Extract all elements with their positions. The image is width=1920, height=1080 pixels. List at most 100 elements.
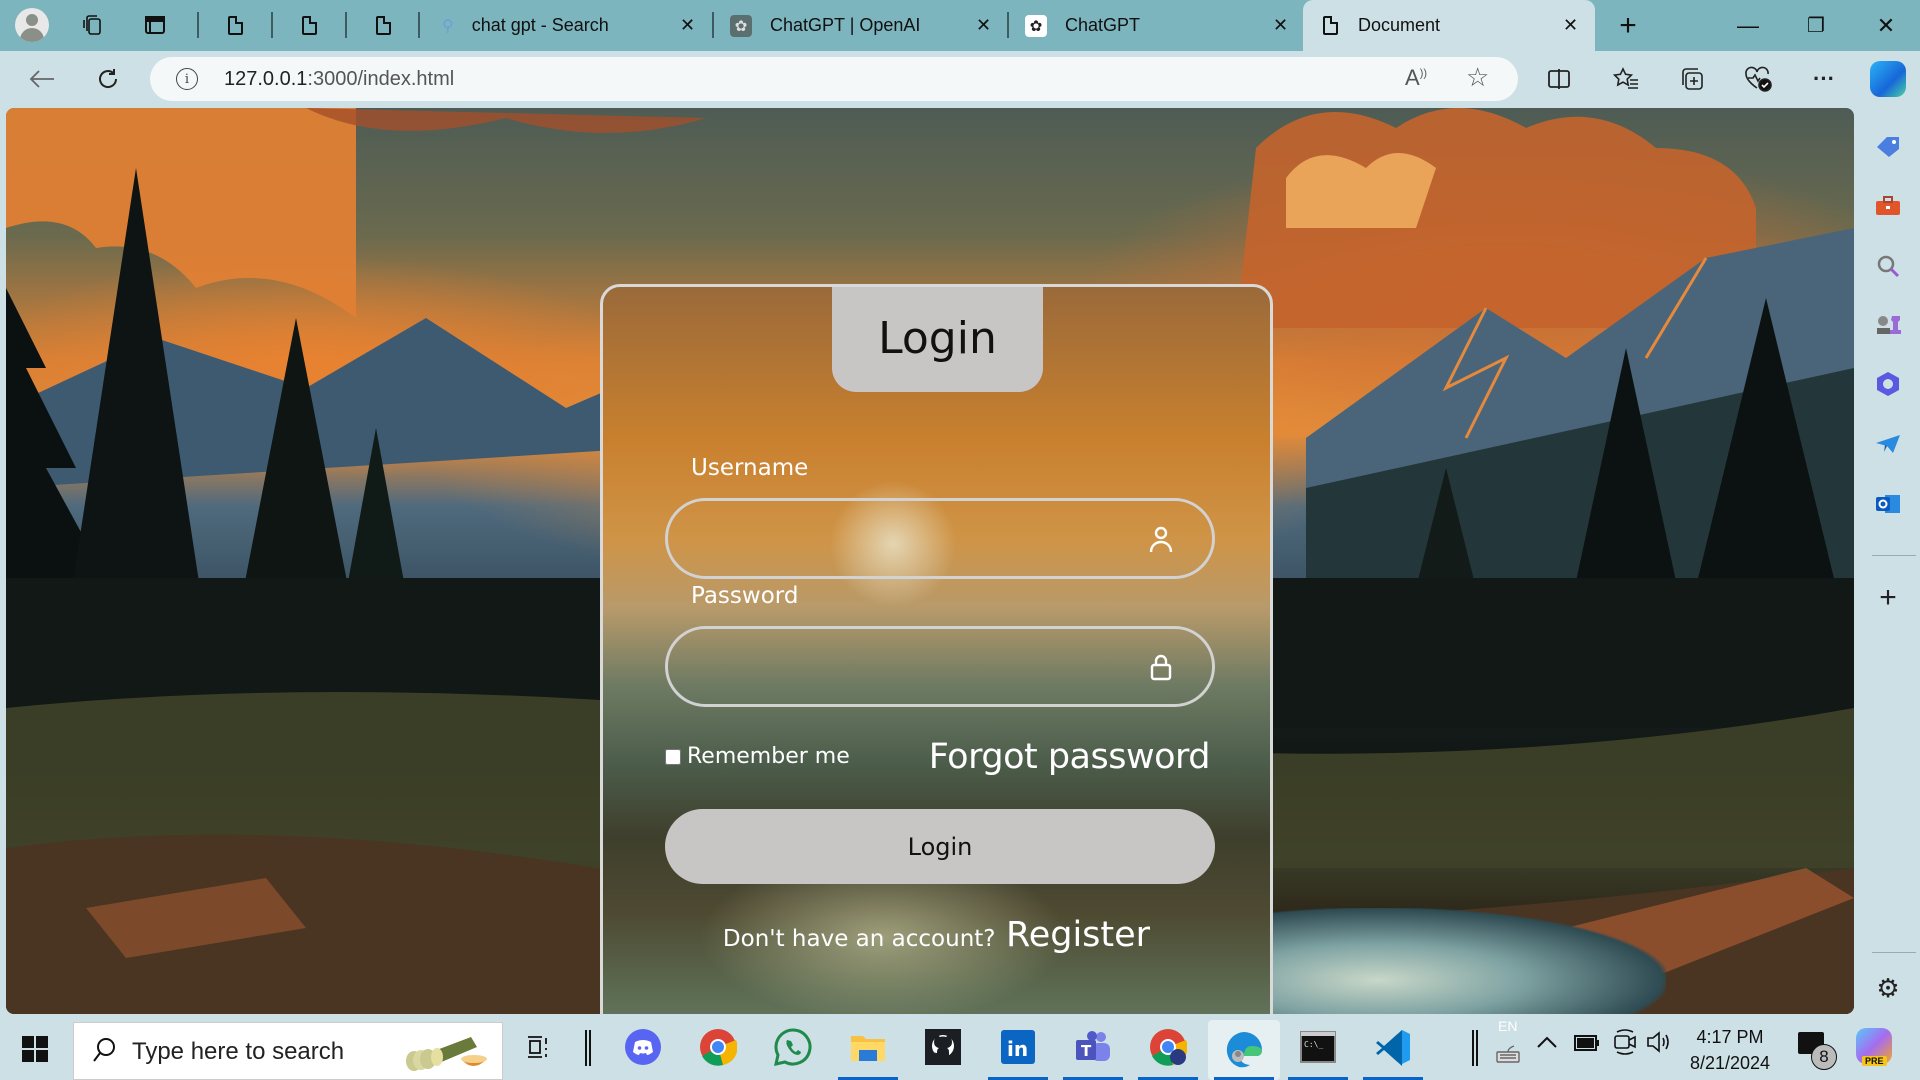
login-button[interactable]: Login: [665, 809, 1215, 884]
volume-icon[interactable]: [1646, 1030, 1674, 1060]
password-label: Password: [691, 583, 799, 609]
clock-date: 8/21/2024: [1689, 1053, 1771, 1073]
document-icon: [301, 15, 317, 35]
document-icon: [375, 15, 391, 35]
taskbar-search[interactable]: [73, 1022, 503, 1080]
sidebar-divider: [1872, 555, 1916, 556]
pinned-tab-document[interactable]: [218, 8, 252, 42]
edge-app[interactable]: [1208, 1020, 1280, 1080]
lock-icon: [1150, 654, 1172, 681]
site-info-icon[interactable]: i: [176, 68, 198, 90]
pinned-tab-document[interactable]: [292, 8, 326, 42]
show-hidden-icons-chevron-icon[interactable]: [1536, 1032, 1558, 1055]
tab-close-button[interactable]: ✕: [1273, 15, 1288, 36]
new-tab-button[interactable]: +: [1598, 0, 1658, 51]
remember-me-checkbox[interactable]: [665, 748, 681, 765]
login-title: Login: [878, 312, 997, 364]
document-icon: [227, 15, 243, 35]
profile-avatar[interactable]: [15, 8, 49, 42]
notification-count-badge: 8: [1811, 1044, 1837, 1070]
linkedin-app[interactable]: in: [995, 1024, 1041, 1070]
restore-button[interactable]: ❐: [1786, 0, 1846, 51]
remember-me-label: Remember me: [687, 744, 850, 769]
svg-text:in: in: [1007, 1037, 1028, 1061]
tab-chatgpt[interactable]: ✿ ChatGPT ✕: [1013, 0, 1303, 51]
browser-essentials-icon[interactable]: [1740, 61, 1776, 97]
pinned-tab-document[interactable]: [366, 8, 400, 42]
tab-close-button[interactable]: ✕: [680, 15, 695, 36]
vertical-tabs-icon[interactable]: [138, 8, 172, 42]
read-aloud-icon[interactable]: A)): [1405, 65, 1427, 91]
taskbar-divider: [585, 1030, 591, 1066]
favorites-icon[interactable]: [1608, 61, 1644, 97]
add-sidebar-app-button[interactable]: +: [1872, 581, 1904, 614]
telegram-icon[interactable]: [1872, 428, 1904, 460]
tab-chatgpt-openai[interactable]: ✿ ChatGPT | OpenAI ✕: [718, 0, 1008, 51]
reload-button[interactable]: [90, 61, 126, 97]
taskbar-search-input[interactable]: [132, 1035, 412, 1069]
sidebar-settings-icon[interactable]: ⚙: [1872, 972, 1904, 1004]
tools-icon[interactable]: [1872, 190, 1904, 222]
copilot-icon[interactable]: [1870, 61, 1906, 97]
browser-toolbar: i 127.0.0.1:3000/index.html A)) ☆ ···: [0, 51, 1920, 108]
username-field[interactable]: [665, 498, 1215, 579]
language-indicator[interactable]: EN: [1498, 1018, 1517, 1034]
split-screen-icon[interactable]: [1541, 61, 1577, 97]
taskbar-divider: [1472, 1030, 1478, 1066]
tab-chat-gpt-search[interactable]: ⚲ chat gpt - Search ✕: [430, 0, 715, 51]
outlook-icon[interactable]: [1872, 488, 1904, 520]
chrome-app[interactable]: [695, 1024, 741, 1070]
shopping-tag-icon[interactable]: [1872, 130, 1904, 162]
vscode-app[interactable]: [1370, 1024, 1416, 1070]
games-icon[interactable]: [1872, 308, 1904, 340]
tab-separator: [418, 12, 420, 38]
address-bar[interactable]: i 127.0.0.1:3000/index.html A)) ☆: [150, 57, 1518, 101]
workspaces-icon[interactable]: [76, 8, 110, 42]
chrome-profile-app[interactable]: [1145, 1024, 1191, 1070]
tab-close-button[interactable]: ✕: [976, 15, 991, 36]
search-icon: [92, 1037, 116, 1070]
touch-keyboard-icon[interactable]: [1495, 1042, 1521, 1070]
register-question: Don't have an account?: [722, 926, 996, 952]
login-header: Login: [832, 287, 1043, 392]
password-input[interactable]: [692, 629, 1132, 704]
github-app[interactable]: [920, 1024, 966, 1070]
username-input[interactable]: [692, 501, 1132, 576]
back-button[interactable]: [24, 61, 60, 97]
copilot-preview-icon[interactable]: PRE: [1856, 1028, 1892, 1066]
battery-icon[interactable]: [1574, 1034, 1600, 1057]
user-icon: [1149, 526, 1173, 553]
search-highlight-zucchini-icon: [406, 1037, 487, 1071]
remember-me[interactable]: Remember me: [665, 744, 850, 769]
tab-separator: [197, 12, 199, 38]
whatsapp-app[interactable]: [770, 1024, 816, 1070]
tab-close-button[interactable]: ✕: [1563, 15, 1578, 36]
forgot-password-link[interactable]: Forgot password: [929, 737, 1211, 777]
teams-app[interactable]: T: [1070, 1024, 1116, 1070]
system-clock[interactable]: 4:17 PM 8/21/2024: [1680, 1024, 1780, 1076]
microsoft365-icon[interactable]: [1872, 368, 1904, 400]
discord-app[interactable]: [620, 1024, 666, 1070]
tab-separator: [271, 12, 273, 38]
collections-icon[interactable]: [1674, 61, 1710, 97]
document-icon: [1323, 16, 1338, 35]
register-link[interactable]: Register: [1006, 915, 1150, 955]
window-close-button[interactable]: ✕: [1856, 0, 1916, 51]
url-text[interactable]: 127.0.0.1:3000/index.html: [224, 68, 454, 91]
camera-icon[interactable]: [1613, 1028, 1637, 1062]
start-button[interactable]: [22, 1036, 48, 1062]
command-prompt-app[interactable]: C:\_: [1295, 1024, 1341, 1070]
password-field[interactable]: [665, 626, 1215, 707]
file-explorer-app[interactable]: [845, 1024, 891, 1070]
search-icon[interactable]: [1872, 250, 1904, 282]
favorite-star-icon[interactable]: ☆: [1466, 62, 1489, 93]
tab-document[interactable]: Document ✕: [1303, 0, 1595, 51]
settings-more-button[interactable]: ···: [1806, 61, 1842, 97]
task-view-button[interactable]: [516, 1024, 562, 1070]
minimize-button[interactable]: —: [1718, 0, 1778, 51]
clock-time: 4:17 PM: [1696, 1027, 1764, 1047]
tab-separator: [345, 12, 347, 38]
page-background: Login Username Password Remember me Forg…: [6, 108, 1854, 1014]
tab-separator: [1007, 12, 1009, 38]
register-prompt: Don't have an account? Register: [603, 915, 1270, 955]
